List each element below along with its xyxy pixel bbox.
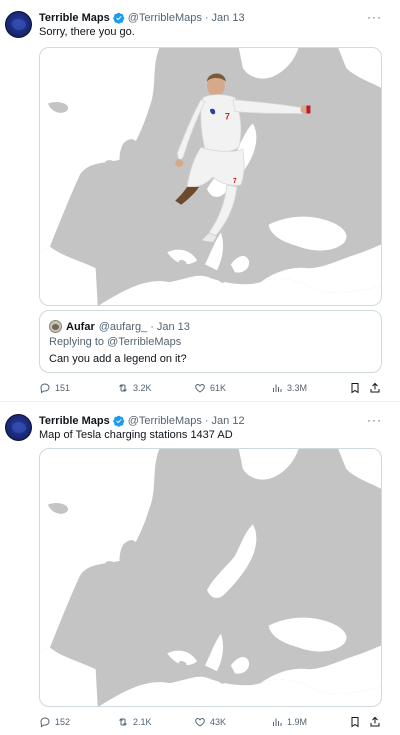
replying-to[interactable]: Replying to @TerribleMaps <box>49 336 181 348</box>
quote-avatar[interactable] <box>49 320 62 333</box>
share-button[interactable] <box>369 714 385 730</box>
bookmark-button[interactable] <box>349 714 365 730</box>
separator: · <box>204 415 209 427</box>
like-icon <box>195 383 205 393</box>
share-icon <box>370 716 380 727</box>
quote-author-handle[interactable]: @aufarg_ <box>99 321 147 333</box>
reply-count: 152 <box>55 717 71 727</box>
more-icon[interactable]: ··· <box>367 413 382 427</box>
author-name[interactable]: Terrible Maps <box>39 12 110 24</box>
avatar[interactable] <box>5 11 32 38</box>
svg-text:7: 7 <box>225 111 230 121</box>
bookmark-icon <box>351 717 359 728</box>
reply-button[interactable]: 152 <box>39 714 70 730</box>
reply-icon <box>40 717 50 728</box>
avatar[interactable] <box>5 414 32 441</box>
tweet-text: Sorry, there you go. <box>39 26 135 38</box>
tweet-actions: 152 2.1K 43K 1.9M <box>39 714 384 730</box>
quote-text: Can you add a legend on it? <box>49 353 187 365</box>
tweet-image[interactable] <box>39 448 382 707</box>
europe-map-image <box>40 449 381 706</box>
reply-icon <box>40 383 50 394</box>
tweet-header: Terrible Maps @TerribleMaps · Jan 13 <box>39 11 245 25</box>
share-icon <box>370 382 380 393</box>
tweet-date[interactable]: Jan 13 <box>212 12 245 24</box>
tweet[interactable]: Terrible Maps @TerribleMaps · Jan 13 ···… <box>0 0 400 402</box>
verified-icon <box>112 12 124 24</box>
repost-icon <box>119 384 127 392</box>
like-button[interactable]: 43K <box>194 714 226 730</box>
views-icon <box>273 384 282 392</box>
repost-icon <box>119 718 127 726</box>
europe-map-image: 7 7 <box>40 48 381 305</box>
bookmark-button[interactable] <box>349 380 365 396</box>
svg-text:7: 7 <box>233 178 237 185</box>
views-button[interactable]: 3.3M <box>271 380 307 396</box>
repost-count: 2.1K <box>133 717 152 727</box>
reply-button[interactable]: 151 <box>39 380 70 396</box>
quote-header: Aufar @aufarg_ · Jan 13 <box>49 320 190 333</box>
bookmark-icon <box>351 383 359 394</box>
repost-button[interactable]: 3.2K <box>117 380 152 396</box>
views-button[interactable]: 1.9M <box>271 714 307 730</box>
tweet-actions: 151 3.2K 61K 3.3M <box>39 380 384 396</box>
repost-count: 3.2K <box>133 383 152 393</box>
tweet-text: Map of Tesla charging stations 1437 AD <box>39 429 233 441</box>
tweet-header: Terrible Maps @TerribleMaps · Jan 12 <box>39 414 245 428</box>
author-handle[interactable]: @TerribleMaps <box>128 415 202 427</box>
like-count: 43K <box>210 717 227 727</box>
quote-date[interactable]: Jan 13 <box>157 321 190 333</box>
like-button[interactable]: 61K <box>194 380 226 396</box>
share-button[interactable] <box>369 380 385 396</box>
like-icon <box>195 717 205 727</box>
quote-author-name[interactable]: Aufar <box>66 321 95 333</box>
quoted-tweet[interactable]: Aufar @aufarg_ · Jan 13 Replying to @Ter… <box>39 310 382 373</box>
author-handle[interactable]: @TerribleMaps <box>128 12 202 24</box>
tweet-date[interactable]: Jan 12 <box>212 415 245 427</box>
separator: · <box>150 320 154 333</box>
views-icon <box>273 718 282 726</box>
views-count: 3.3M <box>287 383 308 393</box>
reply-count: 151 <box>55 383 71 393</box>
like-count: 61K <box>210 383 227 393</box>
author-name[interactable]: Terrible Maps <box>39 415 110 427</box>
views-count: 1.9M <box>287 717 308 727</box>
repost-button[interactable]: 2.1K <box>117 714 152 730</box>
separator: · <box>204 12 209 24</box>
tweet[interactable]: Terrible Maps @TerribleMaps · Jan 12 ···… <box>0 403 400 735</box>
verified-icon <box>112 415 124 427</box>
tweet-image[interactable]: 7 7 <box>39 47 382 306</box>
more-icon[interactable]: ··· <box>367 10 382 24</box>
